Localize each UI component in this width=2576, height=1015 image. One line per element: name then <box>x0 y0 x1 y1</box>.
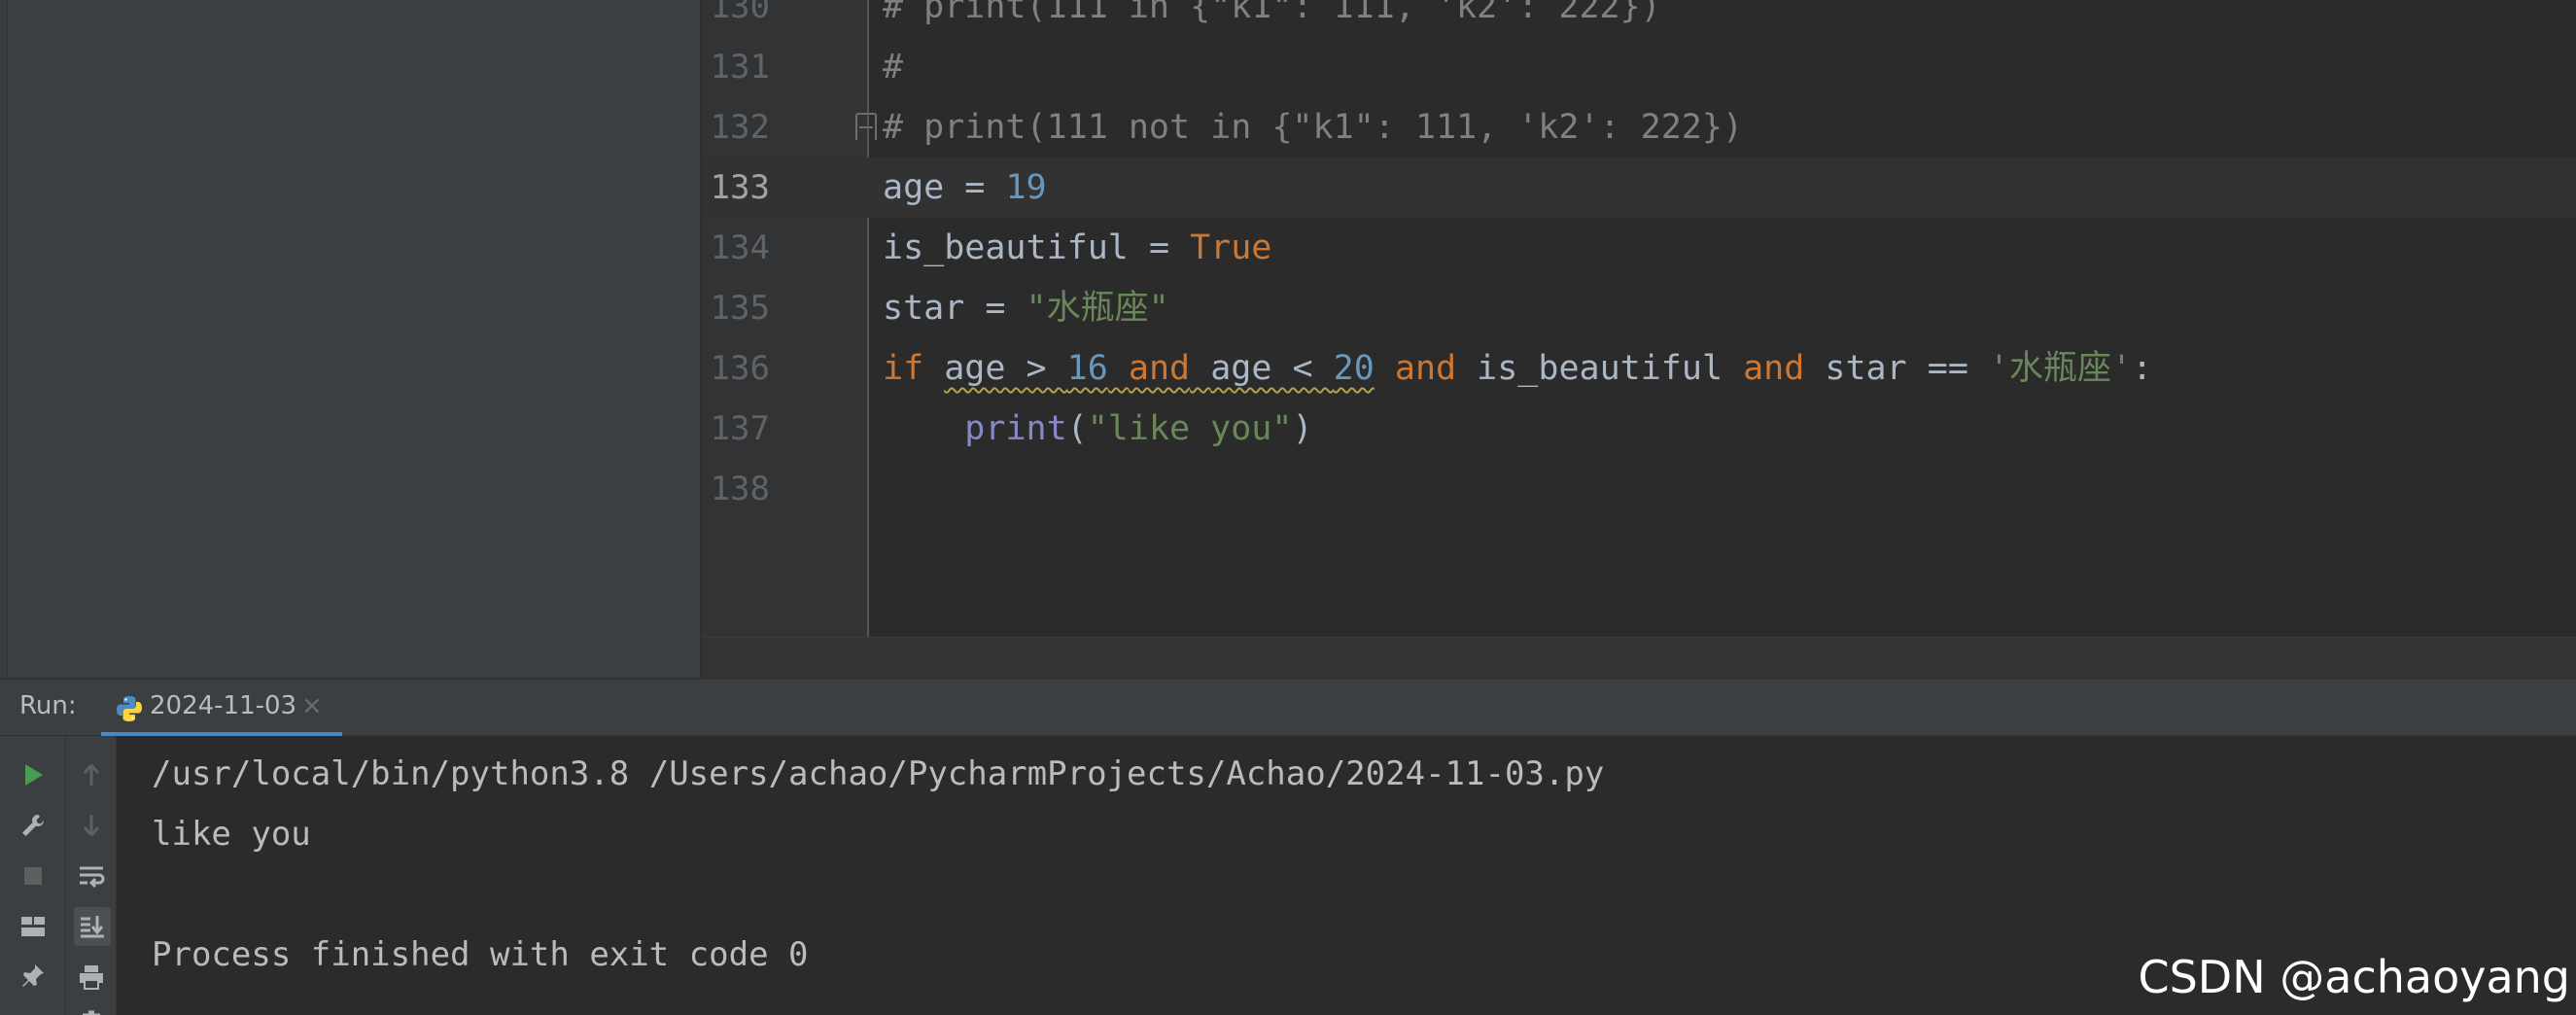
string-literal: "like you" <box>1087 409 1293 448</box>
code-line[interactable]: 138 <box>702 459 2576 519</box>
operator: = <box>1128 228 1191 267</box>
python-icon <box>117 696 142 721</box>
wrench-icon[interactable] <box>16 808 51 843</box>
line-number: 130 <box>710 0 770 26</box>
string-literal: '水瓶座' <box>1988 349 2133 388</box>
code-text: # <box>883 48 904 87</box>
keyword: True <box>1190 228 1272 267</box>
code-text: age = 19 <box>883 158 1047 218</box>
run-tab[interactable]: 2024-11-03 × <box>101 680 342 736</box>
line-number: 138 <box>710 470 770 508</box>
operator: = <box>944 168 1006 207</box>
editor-horizontal-scrollbar[interactable] <box>702 637 2576 678</box>
number-literal: 16 <box>1066 349 1108 388</box>
code-text: # print(111 in {"k1": 111, 'k2': 222}) <box>883 0 1661 26</box>
keyword: and <box>1394 349 1457 388</box>
rerun-icon[interactable] <box>16 757 51 792</box>
run-toolbar-secondary <box>66 736 117 1015</box>
run-label: Run: <box>19 691 77 720</box>
weak-warning-highlight[interactable]: age > 16 and age < 20 <box>944 349 1375 388</box>
trash-icon[interactable] <box>74 1002 109 1015</box>
keyword: and <box>1128 349 1191 388</box>
code-line[interactable]: 137 print("like you") <box>702 399 2576 459</box>
line-number: 135 <box>710 289 770 328</box>
identifier: star <box>883 289 965 328</box>
code-text: is_beautiful = True <box>883 218 1271 278</box>
paren: ( <box>1066 409 1088 448</box>
builtin-function: print <box>964 409 1067 448</box>
line-number: 131 <box>710 48 770 87</box>
code-line[interactable]: 136 if age > 16 and age < 20 and is_beau… <box>702 338 2576 399</box>
expression: age > <box>944 349 1067 388</box>
layout-icon[interactable] <box>16 909 51 944</box>
number-literal: 19 <box>1005 168 1047 207</box>
code-text: if age > 16 and age < 20 and is_beautifu… <box>883 338 2152 399</box>
identifier: is_beautiful <box>1456 349 1744 388</box>
expression: age < <box>1210 349 1334 388</box>
print-icon[interactable] <box>74 960 109 995</box>
console-line: like you <box>152 815 311 854</box>
stop-icon[interactable] <box>16 858 51 893</box>
colon: : <box>2132 349 2153 388</box>
code-line[interactable]: 135 star = "水瓶座" <box>702 278 2576 338</box>
watermark: CSDN @achaoyang <box>2138 951 2570 1003</box>
line-number: 134 <box>710 228 770 267</box>
code-line[interactable]: 134 is_beautiful = True <box>702 218 2576 278</box>
string-literal: "水瓶座" <box>1026 289 1169 328</box>
scroll-to-end-icon[interactable] <box>74 907 111 946</box>
line-number: 133 <box>710 168 770 207</box>
arrow-up-icon[interactable] <box>74 757 109 792</box>
fold-marker-icon[interactable] <box>855 113 877 140</box>
line-number: 137 <box>710 409 770 448</box>
code-line[interactable]: 130 # print(111 in {"k1": 111, 'k2': 222… <box>702 0 2576 37</box>
console-line: /usr/local/bin/python3.8 /Users/achao/Py… <box>152 754 1605 793</box>
paren: ) <box>1292 409 1313 448</box>
soft-wrap-icon[interactable] <box>74 858 109 893</box>
line-number: 136 <box>710 349 770 388</box>
code-editor[interactable]: 130 # print(111 in {"k1": 111, 'k2': 222… <box>702 0 2576 637</box>
line-number: 132 <box>710 108 770 147</box>
number-literal: 20 <box>1333 349 1375 388</box>
console-line: Process finished with exit code 0 <box>152 935 809 974</box>
arrow-down-icon[interactable] <box>74 808 109 843</box>
run-header: Run: 2024-11-03 × <box>0 680 2576 736</box>
code-line[interactable]: 132 # print(111 not in {"k1": 111, 'k2':… <box>702 97 2576 158</box>
keyword: and <box>1743 349 1805 388</box>
identifier: is_beautiful <box>883 228 1129 267</box>
pin-icon[interactable] <box>16 960 51 995</box>
code-line[interactable]: 131 # <box>702 37 2576 97</box>
code-text: print("like you") <box>883 399 1313 459</box>
run-toolbar-primary <box>0 736 66 1015</box>
code-text: star = "水瓶座" <box>883 278 1169 338</box>
left-tool-strip <box>0 0 8 678</box>
close-icon[interactable]: × <box>301 691 323 720</box>
run-tab-label: 2024-11-03 <box>150 691 297 720</box>
project-panel <box>0 0 701 678</box>
code-line-current[interactable]: 133 age = 19 <box>702 158 2576 218</box>
keyword: if <box>883 349 924 388</box>
code-text: # print(111 not in {"k1": 111, 'k2': 222… <box>883 108 1744 147</box>
operator: = <box>964 289 1027 328</box>
expression: star == <box>1804 349 1989 388</box>
identifier: age <box>883 168 945 207</box>
